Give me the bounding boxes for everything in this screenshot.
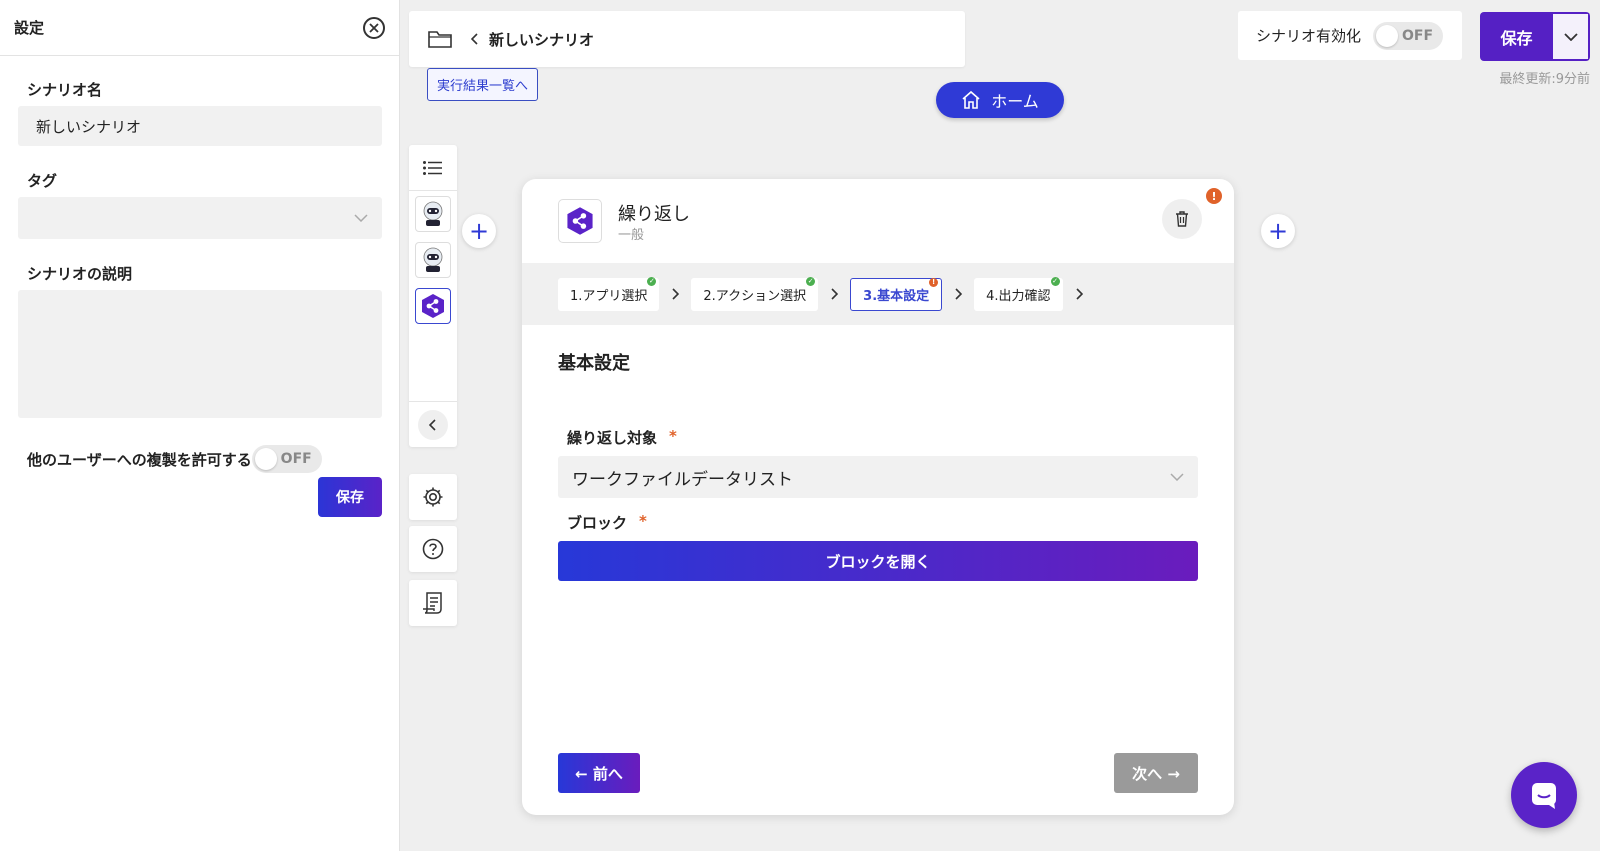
- plus-icon: +: [1267, 217, 1289, 245]
- wizard-step-1-label: 1.アプリ選択: [570, 288, 648, 304]
- tag-select[interactable]: [18, 197, 382, 239]
- steps-toolbar: [409, 145, 457, 447]
- breadcrumb: 新しいシナリオ: [409, 11, 965, 67]
- block-label: ブロック *: [567, 512, 1234, 533]
- wizard-step-3[interactable]: 3.基本設定 !: [850, 277, 943, 311]
- wizard-steps: 1.アプリ選択 ✓ 2.アクション選択 ✓ 3.基本設定 ! 4.出力確認 ✓: [522, 263, 1234, 325]
- step-card: 繰り返し 一般 1.アプリ選択 ✓ 2.アクション選択 ✓ 3.基本設定 ! 4…: [522, 179, 1234, 815]
- chat-button[interactable]: [1511, 762, 1577, 828]
- warning-icon: !: [929, 277, 939, 287]
- repeat-target-value: ワークファイルデータリスト: [572, 469, 793, 490]
- repeat-target-select[interactable]: ワークファイルデータリスト: [558, 456, 1198, 498]
- chevron-down-icon: [1563, 32, 1578, 41]
- scenario-name-label: シナリオ名: [27, 81, 103, 99]
- settings-panel: 設定 シナリオ名 新しいシナリオ タグ シナリオの説明 他のユーザーへの複製を許…: [0, 0, 400, 851]
- allow-copy-row: 他のユーザーへの複製を許可する OFF: [27, 445, 381, 473]
- chevron-right-icon: [1063, 288, 1095, 300]
- add-step-before-button[interactable]: +: [462, 214, 496, 248]
- chevron-right-icon: [942, 288, 974, 300]
- step-list-button[interactable]: [409, 145, 457, 191]
- chevron-left-icon: [418, 409, 448, 440]
- required-mark: *: [639, 512, 647, 530]
- check-icon: ✓: [647, 276, 657, 286]
- last-updated: 最終更新:9分前: [1499, 72, 1590, 87]
- card-header: 繰り返し 一般: [522, 179, 1234, 263]
- close-icon[interactable]: [363, 16, 385, 39]
- step-thumb-1[interactable]: [409, 191, 457, 237]
- trash-icon: [1176, 211, 1188, 227]
- scenario-title: 新しいシナリオ: [489, 30, 595, 49]
- allow-copy-label: 他のユーザーへの複製を許可する: [27, 450, 252, 469]
- results-list-link[interactable]: 実行結果一覧へ: [427, 68, 539, 101]
- description-label: シナリオの説明: [27, 265, 133, 283]
- scenario-name-value: 新しいシナリオ: [36, 117, 142, 136]
- check-icon: ✓: [806, 276, 816, 286]
- scenario-enable-box: シナリオ有効化 OFF: [1238, 11, 1462, 60]
- plus-icon: +: [468, 217, 490, 245]
- save-button[interactable]: 保存: [1480, 12, 1553, 61]
- allow-copy-toggle[interactable]: OFF: [251, 445, 322, 473]
- save-dropdown-button[interactable]: [1553, 12, 1590, 61]
- card-subtitle: 一般: [618, 227, 645, 243]
- chat-icon: [1532, 783, 1556, 809]
- chevron-right-icon: [659, 288, 691, 300]
- toggle-knob: [1376, 24, 1399, 47]
- wizard-step-1[interactable]: 1.アプリ選択 ✓: [558, 276, 660, 311]
- save-split-button: 保存: [1480, 12, 1590, 61]
- add-step-after-button[interactable]: +: [1261, 214, 1295, 248]
- wizard-step-4-label: 4.出力確認: [986, 288, 1051, 304]
- wizard-step-4[interactable]: 4.出力確認 ✓: [974, 276, 1063, 311]
- help-icon: [422, 538, 444, 560]
- delete-step-button[interactable]: [1162, 199, 1202, 239]
- wizard-step-2-label: 2.アクション選択: [703, 288, 807, 304]
- chevron-right-icon: [818, 288, 850, 300]
- settings-button[interactable]: [409, 474, 457, 520]
- required-mark: *: [669, 427, 677, 445]
- repeat-target-label-text: 繰り返し対象: [567, 429, 658, 447]
- chevron-down-icon: [1170, 473, 1184, 481]
- step-thumb-3[interactable]: [409, 283, 457, 329]
- app-logo-icon: [415, 288, 451, 324]
- gear-icon: [423, 487, 443, 507]
- settings-header: 設定: [0, 0, 399, 56]
- enable-toggle-state: OFF: [1401, 27, 1434, 44]
- wizard-step-2[interactable]: 2.アクション選択 ✓: [691, 276, 819, 311]
- check-icon: ✓: [1050, 276, 1060, 286]
- chevron-left-icon[interactable]: [471, 33, 479, 45]
- home-button[interactable]: ホーム: [936, 82, 1064, 118]
- enable-label: シナリオ有効化: [1256, 27, 1362, 45]
- scenario-name-input[interactable]: 新しいシナリオ: [18, 106, 382, 146]
- next-button[interactable]: 次へ →: [1114, 753, 1198, 793]
- step-thumb-2[interactable]: [409, 237, 457, 283]
- app-logo-icon: [558, 199, 602, 243]
- log-button[interactable]: [409, 580, 457, 626]
- wizard-step-3-label: 3.基本設定: [863, 288, 930, 304]
- tag-label: タグ: [27, 172, 58, 190]
- list-icon: [423, 160, 442, 175]
- repeat-target-label: 繰り返し対象 *: [567, 427, 1234, 448]
- settings-save-button[interactable]: 保存: [318, 477, 382, 517]
- home-icon: [962, 90, 980, 109]
- allow-copy-toggle-state: OFF: [280, 451, 312, 467]
- prev-button[interactable]: ← 前へ: [558, 753, 640, 793]
- open-block-button[interactable]: ブロックを開く: [558, 541, 1198, 581]
- collapse-toolbar-button[interactable]: [409, 401, 457, 447]
- chevron-down-icon: [354, 214, 368, 222]
- scenario-enable-toggle[interactable]: OFF: [1373, 21, 1444, 50]
- card-title: 繰り返し: [618, 203, 690, 225]
- home-label: ホーム: [991, 92, 1039, 111]
- block-label-text: ブロック: [567, 514, 628, 532]
- folder-icon[interactable]: [427, 28, 453, 50]
- description-textarea[interactable]: [18, 290, 382, 418]
- robot-icon: [415, 242, 451, 278]
- help-button[interactable]: [409, 526, 457, 572]
- settings-title: 設定: [14, 19, 45, 37]
- toggle-knob: [254, 448, 277, 470]
- section-title: 基本設定: [558, 353, 630, 374]
- card-warning-badge: !: [1206, 188, 1222, 204]
- robot-icon: [415, 196, 451, 232]
- log-icon: [423, 592, 442, 614]
